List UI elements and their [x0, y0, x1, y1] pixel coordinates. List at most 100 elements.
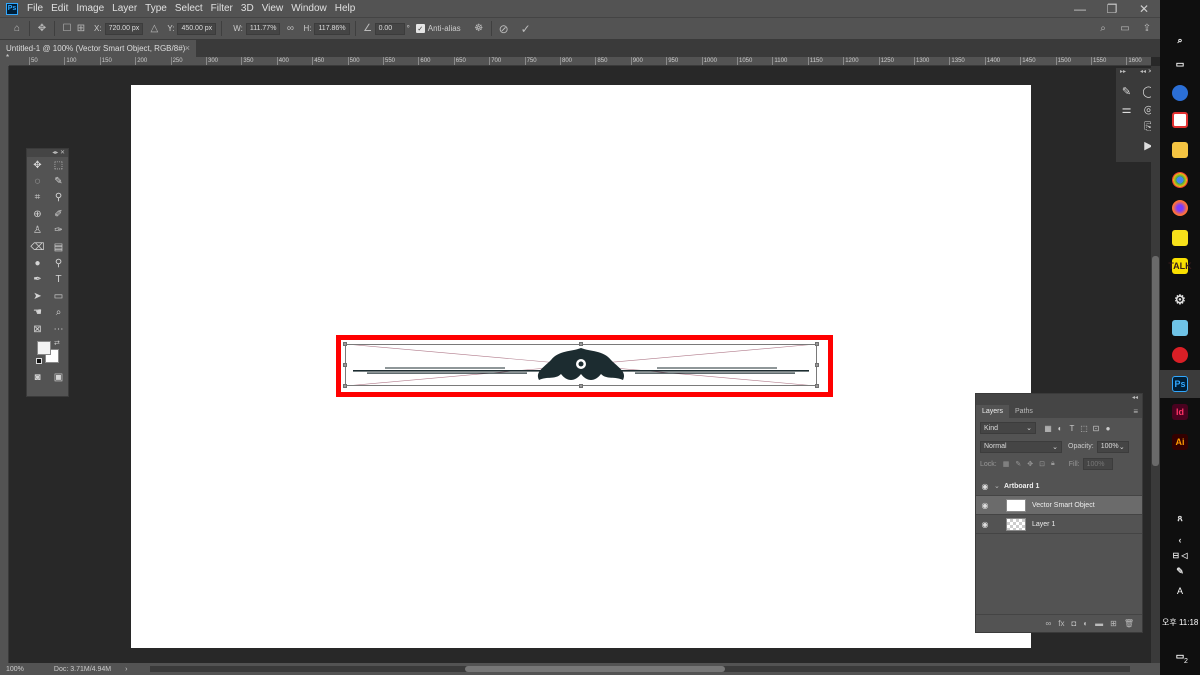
menu-filter[interactable]: Filter: [211, 3, 233, 14]
fx-icon[interactable]: fx: [1058, 619, 1064, 628]
history-brush-tool-icon[interactable]: ✑: [48, 223, 69, 239]
search-icon[interactable]: ⌕: [1096, 21, 1110, 35]
opacity-field[interactable]: 100% ⌄: [1096, 440, 1129, 453]
zoom-tool-icon[interactable]: ⌕: [48, 305, 69, 321]
tools-panel-header[interactable]: ◂▸ ✕: [27, 149, 68, 157]
menu-view[interactable]: View: [262, 3, 284, 14]
document-tab[interactable]: Untitled-1 @ 100% (Vector Smart Object, …: [0, 40, 196, 62]
photoshop-icon[interactable]: Ps: [1172, 376, 1188, 392]
close-window-button[interactable]: ✕: [1128, 0, 1160, 17]
fill-field[interactable]: 100%: [1082, 458, 1113, 470]
horizontal-scroll-thumb[interactable]: [465, 666, 725, 672]
link-layers-icon[interactable]: ∞: [1046, 619, 1052, 628]
artboard-tool-icon[interactable]: ⊠: [27, 321, 48, 337]
input-language-indicator[interactable]: A: [1172, 583, 1188, 599]
pixel-filter-icon[interactable]: ▦: [1042, 422, 1054, 434]
shape-filter-icon[interactable]: ⬚: [1078, 422, 1090, 434]
sticky-notes-icon[interactable]: [1172, 230, 1188, 246]
app-icon[interactable]: [1172, 112, 1188, 128]
menu-image[interactable]: Image: [76, 3, 104, 14]
workspace-icon[interactable]: ▭: [1118, 21, 1132, 35]
adjustments-icon[interactable]: ⚌: [1118, 100, 1136, 118]
hand-tool-icon[interactable]: ☚: [27, 305, 48, 321]
indesign-icon[interactable]: Id: [1172, 404, 1188, 420]
smart-object-filter-icon[interactable]: ⊡: [1090, 422, 1102, 434]
dodge-tool-icon[interactable]: ⚲: [48, 255, 69, 271]
chevron-down-icon[interactable]: ⌄: [994, 482, 1004, 490]
swap-colors-icon[interactable]: ⇄: [54, 339, 60, 347]
y-position-field[interactable]: 450.00 px: [177, 22, 217, 35]
eye-icon[interactable]: ◉: [976, 501, 994, 510]
vertical-scroll-thumb[interactable]: [1152, 256, 1159, 466]
lock-all-icon[interactable]: 🔒︎: [1051, 460, 1055, 468]
type-tool-icon[interactable]: T: [48, 272, 69, 288]
pen-tool-icon[interactable]: ✒: [27, 272, 48, 288]
clone-stamp-tool-icon[interactable]: ♙: [27, 223, 48, 239]
width-field[interactable]: 111.77%: [245, 22, 281, 35]
doc-size-info[interactable]: Doc: 3.71M/4.94M: [54, 666, 111, 673]
quick-mask-icon[interactable]: ◙: [27, 369, 48, 385]
lock-position-icon[interactable]: ✥: [1027, 460, 1033, 468]
horizontal-scrollbar[interactable]: [150, 666, 1130, 672]
restore-button[interactable]: ❐: [1096, 0, 1128, 17]
status-menu-chevron-icon[interactable]: ›: [125, 666, 127, 673]
warp-mode-icon[interactable]: ☸: [472, 22, 486, 36]
task-view-icon[interactable]: ▭: [1172, 56, 1188, 72]
clock[interactable]: 오후 11:18: [1162, 617, 1198, 628]
pen-input-icon[interactable]: ✎: [1172, 563, 1188, 579]
folder-icon[interactable]: [1172, 142, 1188, 158]
adjustment-layer-icon[interactable]: ◐: [1083, 619, 1088, 628]
path-selection-tool-icon[interactable]: ➤: [27, 288, 48, 304]
menu-type[interactable]: Type: [145, 3, 167, 14]
commit-transform-icon[interactable]: ✓: [519, 22, 533, 36]
move-tool-icon[interactable]: ✥: [27, 157, 48, 173]
new-layer-icon[interactable]: ⊞: [1110, 619, 1117, 628]
panel-menu-icon[interactable]: ≡: [1133, 407, 1138, 416]
illustrator-icon[interactable]: Ai: [1172, 434, 1188, 450]
eraser-tool-icon[interactable]: ⌫: [27, 239, 48, 255]
cancel-transform-icon[interactable]: ⊘: [497, 22, 511, 36]
kakaotalk-icon[interactable]: TALK: [1168, 258, 1192, 274]
chrome-icon[interactable]: [1172, 172, 1188, 188]
more-tools-icon[interactable]: ⋯: [48, 321, 69, 337]
menu-file[interactable]: File: [27, 3, 43, 14]
menu-layer[interactable]: Layer: [112, 3, 137, 14]
zoom-level[interactable]: 100%: [6, 666, 24, 673]
adjustment-filter-icon[interactable]: ◐: [1054, 422, 1066, 434]
layer-row[interactable]: ◉ ⌄ Artboard 1: [976, 477, 1142, 496]
height-field[interactable]: 117.86%: [314, 22, 350, 35]
network-volume-icon[interactable]: ⊟ ◁: [1172, 547, 1188, 563]
relative-position-icon[interactable]: △: [147, 22, 161, 36]
app-icon[interactable]: [1172, 320, 1188, 336]
gradient-tool-icon[interactable]: ▤: [48, 239, 69, 255]
layer-row[interactable]: ◉ Vector Smart Object: [976, 496, 1142, 515]
brush-tool-icon[interactable]: ✐: [48, 206, 69, 222]
vertical-scrollbar[interactable]: [1151, 66, 1160, 663]
x-position-field[interactable]: 720.00 px: [104, 22, 144, 35]
creative-cloud-icon[interactable]: [1172, 347, 1188, 363]
firefox-icon[interactable]: [1172, 200, 1188, 216]
home-icon[interactable]: ⌂: [10, 22, 24, 36]
layer-row[interactable]: ◉ Layer 1: [976, 515, 1142, 534]
link-icon[interactable]: ∞: [283, 22, 297, 36]
filter-toggle-icon[interactable]: ●: [1102, 422, 1114, 434]
reference-point-grid-icon[interactable]: ⊞: [74, 22, 88, 36]
brush-settings-icon[interactable]: ✎: [1118, 82, 1136, 100]
dock-header-left[interactable]: ▸▸: [1120, 68, 1126, 76]
screen-mode-icon[interactable]: ▣: [48, 369, 69, 385]
search-icon[interactable]: ⌕: [1172, 32, 1188, 48]
add-mask-icon[interactable]: ◘: [1071, 619, 1076, 628]
antialias-checkbox[interactable]: ✓: [415, 24, 425, 33]
marquee-tool-icon[interactable]: ⬚: [48, 157, 69, 173]
rectangle-tool-icon[interactable]: ▭: [48, 288, 69, 304]
menu-help[interactable]: Help: [335, 3, 356, 14]
new-group-icon[interactable]: ▬: [1095, 619, 1103, 628]
lock-artboard-icon[interactable]: ⊡: [1039, 460, 1045, 468]
photoshop-logo[interactable]: Ps: [6, 2, 18, 15]
trash-icon[interactable]: 🗑︎: [1124, 619, 1134, 628]
lock-transparent-icon[interactable]: ▦: [1003, 460, 1010, 468]
eye-icon[interactable]: ◉: [976, 482, 994, 491]
reference-point-checkbox-icon[interactable]: ☐: [60, 22, 74, 36]
menu-window[interactable]: Window: [291, 3, 327, 14]
layer-filter-select[interactable]: Kind ⌄: [980, 422, 1036, 434]
